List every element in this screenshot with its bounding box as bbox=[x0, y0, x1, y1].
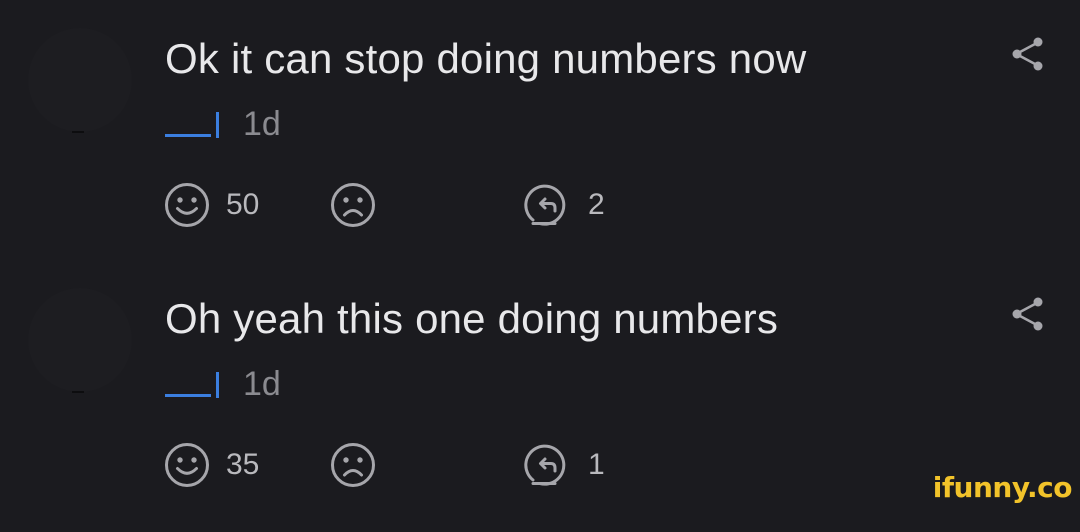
timestamp: 1d bbox=[243, 105, 281, 143]
share-button[interactable] bbox=[1008, 294, 1048, 334]
avatar[interactable] bbox=[28, 288, 132, 392]
comment-item: Ok it can stop doing numbers now 1d 50 2 bbox=[0, 22, 1080, 272]
reply-button[interactable]: 1 bbox=[524, 440, 605, 490]
smile-icon bbox=[165, 443, 209, 487]
username-underline bbox=[165, 394, 211, 397]
upvote-count: 50 bbox=[226, 188, 260, 221]
upvote-button[interactable]: 35 bbox=[162, 440, 259, 490]
username-link[interactable] bbox=[165, 364, 219, 404]
comment-meta: 1d bbox=[165, 362, 281, 406]
upvote-count: 35 bbox=[226, 448, 260, 481]
comment-meta: 1d bbox=[165, 102, 281, 146]
avatar-divider bbox=[72, 391, 84, 393]
downvote-button[interactable] bbox=[328, 440, 378, 490]
avatar[interactable] bbox=[28, 28, 132, 132]
reply-icon bbox=[524, 444, 566, 486]
timestamp: 1d bbox=[243, 365, 281, 403]
share-icon bbox=[1012, 37, 1043, 71]
watermark-logo: ifunny.co bbox=[932, 471, 1073, 504]
avatar-divider bbox=[72, 131, 84, 133]
username-bar bbox=[216, 372, 219, 398]
share-button[interactable] bbox=[1008, 34, 1048, 74]
smile-icon bbox=[165, 183, 209, 227]
username-link[interactable] bbox=[165, 104, 219, 144]
comment-item: Oh yeah this one doing numbers 1d 35 1 bbox=[0, 282, 1080, 532]
share-icon bbox=[1012, 297, 1043, 331]
reply-count: 2 bbox=[588, 188, 605, 221]
comment-text: Oh yeah this one doing numbers bbox=[165, 295, 779, 342]
comment-text: Ok it can stop doing numbers now bbox=[165, 35, 807, 82]
reply-icon bbox=[524, 184, 566, 226]
username-underline bbox=[165, 134, 211, 137]
downvote-button[interactable] bbox=[328, 180, 378, 230]
username-bar bbox=[216, 112, 219, 138]
frown-icon bbox=[331, 183, 375, 227]
frown-icon bbox=[331, 443, 375, 487]
reply-count: 1 bbox=[588, 448, 605, 481]
reply-button[interactable]: 2 bbox=[524, 180, 605, 230]
comment-actions: 50 2 bbox=[162, 180, 682, 230]
upvote-button[interactable]: 50 bbox=[162, 180, 259, 230]
comment-actions: 35 1 bbox=[162, 440, 682, 490]
